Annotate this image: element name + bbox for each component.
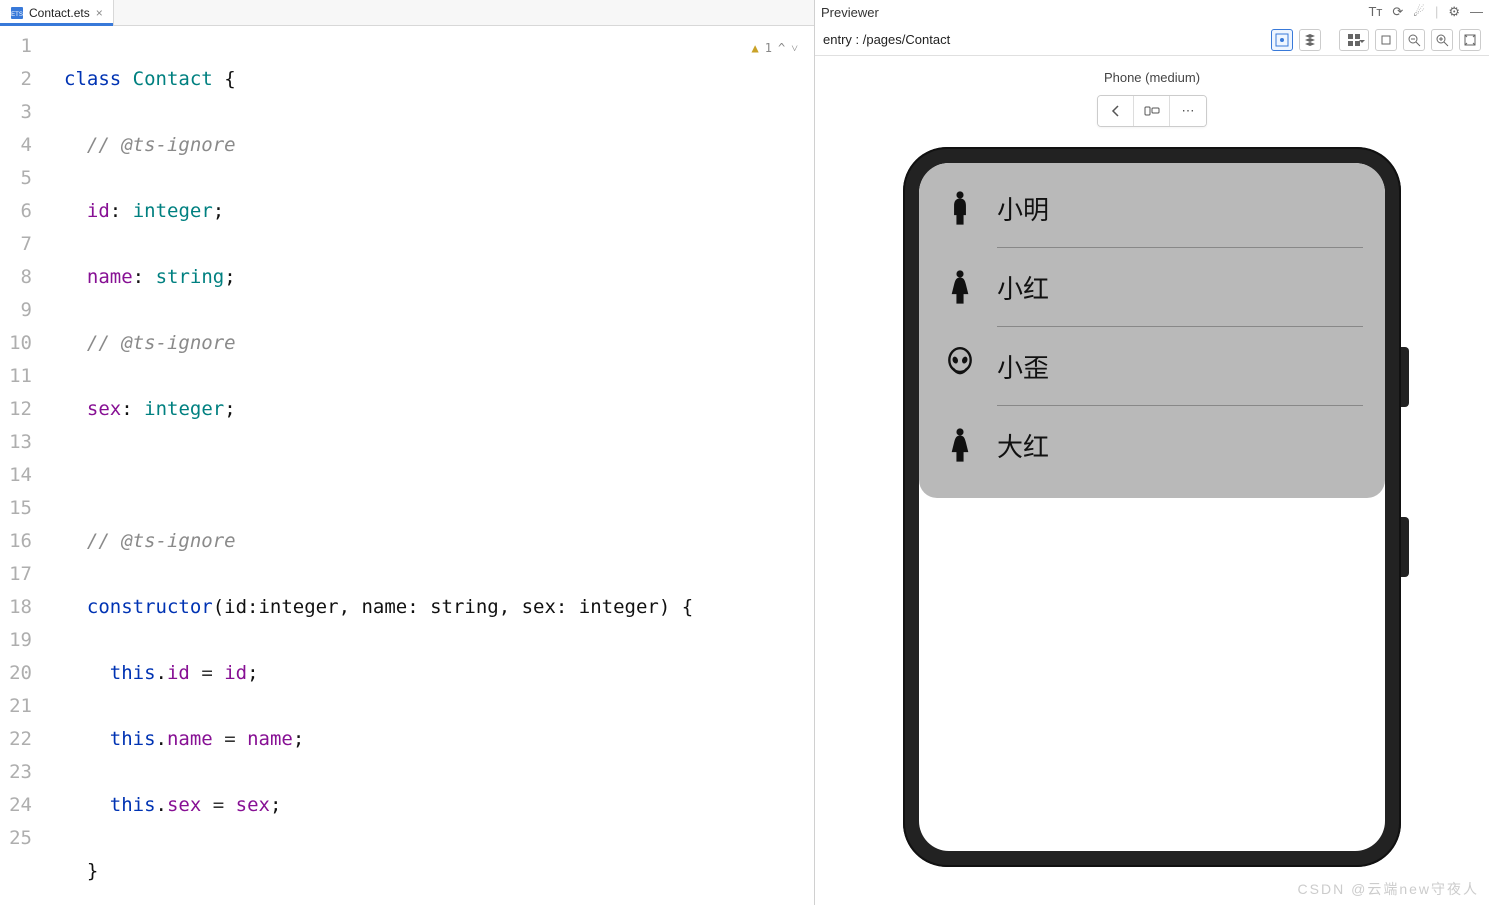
crop-icon[interactable] <box>1375 29 1397 51</box>
contact-name: 小歪 <box>997 348 1049 385</box>
previewer-breadcrumb: entry : /pages/Contact <box>823 32 950 47</box>
layout-mode-dropdown[interactable] <box>1339 29 1369 51</box>
font-size-icon[interactable]: Tᴛ <box>1368 4 1382 20</box>
phone-side-button-1 <box>1401 347 1409 407</box>
tab-close-button[interactable]: × <box>96 6 103 20</box>
rotate-device-button[interactable] <box>1134 96 1170 126</box>
code-content[interactable]: class Contact { // @ts-ignore id: intege… <box>58 26 814 905</box>
divider: | <box>1435 4 1438 20</box>
female-icon <box>941 268 979 306</box>
contact-name: 小明 <box>997 190 1049 227</box>
previewer-title: Previewer <box>821 5 879 20</box>
zoom-in-button[interactable] <box>1431 29 1453 51</box>
editor-pane: ETS Contact.ets × ▲ 1 ^ ˅ 12345678910111… <box>0 0 815 905</box>
watermark: CSDN @云端new守夜人 <box>1298 879 1479 899</box>
filter-icon[interactable]: ☄ <box>1413 4 1425 20</box>
code-editor[interactable]: ▲ 1 ^ ˅ 12345678910111213141516171819202… <box>0 26 814 905</box>
refresh-icon[interactable]: ⟳ <box>1392 4 1403 20</box>
previewer-toolbar: entry : /pages/Contact <box>815 24 1489 56</box>
more-options-button[interactable]: ⋯ <box>1170 96 1206 126</box>
zoom-out-button[interactable] <box>1403 29 1425 51</box>
file-tab-contact[interactable]: ETS Contact.ets × <box>0 0 114 25</box>
previewer-titlebar: Previewer Tᴛ ⟳ ☄ | ⚙ — <box>815 0 1489 24</box>
component-tree-button[interactable] <box>1299 29 1321 51</box>
contact-name: 大红 <box>997 427 1049 464</box>
device-label: Phone (medium) <box>1104 70 1200 85</box>
alien-icon <box>941 347 979 385</box>
contact-name: 小红 <box>997 269 1049 306</box>
phone-frame: 小明小红小歪大红 <box>903 147 1401 867</box>
male-icon <box>941 189 979 227</box>
svg-text:ETS: ETS <box>11 12 23 18</box>
fit-screen-button[interactable] <box>1459 29 1481 51</box>
phone-screen[interactable]: 小明小红小歪大红 <box>919 163 1385 851</box>
inspector-toggle-button[interactable] <box>1271 29 1293 51</box>
ets-file-icon: ETS <box>10 6 24 20</box>
contact-row[interactable]: 小明 <box>941 169 1363 247</box>
device-controls: ⋯ <box>1097 95 1207 127</box>
minimize-icon[interactable]: — <box>1470 4 1483 20</box>
file-tab-label: Contact.ets <box>29 6 90 20</box>
previewer-body: Phone (medium) ⋯ 小明小红小歪大红 CSDN @云端new守夜人 <box>815 56 1489 905</box>
female-icon <box>941 426 979 464</box>
contacts-card: 小明小红小歪大红 <box>919 163 1385 498</box>
gear-icon[interactable]: ⚙ <box>1448 4 1460 20</box>
line-gutter: 1234567891011121314151617181920212223242… <box>0 26 40 905</box>
phone-side-button-2 <box>1401 517 1409 577</box>
editor-tabbar: ETS Contact.ets × <box>0 0 814 26</box>
previewer-pane: Previewer Tᴛ ⟳ ☄ | ⚙ — entry : /pages/Co… <box>815 0 1489 905</box>
contact-row[interactable]: 小歪 <box>941 327 1363 405</box>
contact-row[interactable]: 小红 <box>941 248 1363 326</box>
nav-back-button[interactable] <box>1098 96 1134 126</box>
fold-column <box>40 26 58 905</box>
contact-row[interactable]: 大红 <box>941 406 1363 484</box>
